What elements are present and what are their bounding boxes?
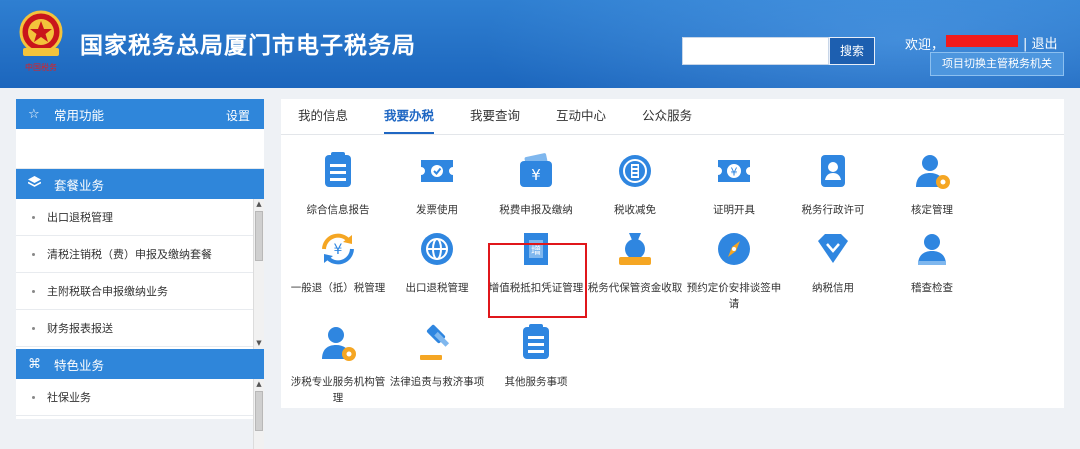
svg-text:¥: ¥ [334,242,343,258]
search-button[interactable]: 搜索 [829,37,875,65]
service-item[interactable]: 综合信息报告 [290,151,386,218]
service-item[interactable]: 税务代保管资金收取 [587,229,683,296]
layers-icon [27,176,42,192]
tax-emblem-logo: 中国税务 [19,10,63,72]
main-panel: 我的信息 我要办税 我要查询 互动中心 公众服务 综合信息报告 发票使用 ¥ 税… [281,99,1064,408]
id-badge-icon [821,155,845,187]
document-icon [325,152,351,187]
common-functions-list [16,129,264,169]
refresh-yuan-icon: ¥ [322,233,354,265]
switch-tax-authority-button[interactable]: 项目切换主管税务机关 [930,52,1064,76]
package-business-title: 套餐业务 [54,177,105,193]
service-item[interactable]: 纳税信用 [785,229,881,296]
highlight-box [488,243,587,318]
service-item[interactable]: ¥ 一般退（抵）税管理 [290,229,386,296]
tab-public-service[interactable]: 公众服务 [642,105,692,134]
service-item[interactable]: 法律追责与救济事项 [389,323,485,390]
service-item[interactable]: 预约定价安排谈签申请 [686,229,782,312]
search-input[interactable] [682,37,829,65]
wallet-yuan-icon: ¥ [520,153,552,187]
service-item[interactable]: 涉税专业服务机构管理 [290,323,386,406]
tab-interaction-center[interactable]: 互动中心 [556,105,606,134]
site-header: 中国税务 国家税务总局厦门市电子税务局 搜索 欢迎， | 退出 项目切换主管税务… [0,0,1080,88]
svg-text:¥: ¥ [731,166,738,179]
user-gear-icon [322,327,356,361]
sidebar: ☆ 常用功能 设置 套餐业务 出口退税管理 清税注销税（费）申报及缴纳套餐 主附… [16,99,264,449]
package-business-list: 出口退税管理 清税注销税（费）申报及缴纳套餐 主附税联合申报缴纳业务 财务报表报… [16,199,264,349]
service-item[interactable]: 核定管理 [884,151,980,218]
tab-my-info[interactable]: 我的信息 [298,105,348,134]
logout-link[interactable]: | 退出 [1023,33,1058,52]
money-bag-icon [619,233,651,265]
tab-bar: 我的信息 我要办税 我要查询 互动中心 公众服务 [281,99,1064,135]
list-item[interactable]: 财务报表报送 [16,310,264,347]
common-functions-header: ☆ 常用功能 设置 [16,99,264,129]
redacted-username [946,35,1018,47]
special-business-title: 特色业务 [54,357,105,373]
settings-link[interactable]: 设置 [226,107,250,124]
star-icon: ☆ [28,106,40,122]
special-business-header[interactable]: ⌘ 特色业务 [16,349,264,379]
service-item[interactable]: 税收减免 [587,151,683,218]
list-item[interactable]: 清税注销税（费）申报及缴纳套餐 [16,236,264,273]
user-icon [918,234,946,265]
site-title: 国家税务总局厦门市电子税务局 [80,33,416,59]
service-item[interactable]: 税务行政许可 [785,151,881,218]
package-scrollbar[interactable]: ▲ ▼ [253,199,264,349]
user-gear-icon [916,155,950,189]
service-item[interactable]: 发票使用 [389,151,485,218]
compass-icon [718,233,750,265]
tab-tax-handling[interactable]: 我要办税 [384,105,435,134]
document-icon [523,324,549,359]
command-icon: ⌘ [28,356,41,372]
special-scrollbar[interactable]: ▲ [253,379,264,449]
gavel-icon [420,324,450,360]
common-functions-title: 常用功能 [54,107,105,123]
coin-icon [619,155,651,187]
ticket-check-icon [421,160,453,182]
ticket-yuan-icon: ¥ [718,160,750,182]
special-business-list: 社保业务 ▲ [16,379,264,449]
scroll-up-icon[interactable]: ▲ [254,379,264,390]
list-item[interactable]: 主附税联合申报缴纳业务 [16,273,264,310]
service-item[interactable]: 出口退税管理 [389,229,485,296]
package-business-header[interactable]: 套餐业务 [16,169,264,199]
globe-icon [421,233,453,265]
list-item[interactable]: 出口退税管理 [16,199,264,236]
service-item[interactable]: ¥ 证明开具 [686,151,782,218]
welcome-text: 欢迎， [905,38,945,53]
scroll-thumb[interactable] [255,391,263,431]
scroll-down-icon[interactable]: ▼ [254,338,264,349]
scroll-up-icon[interactable]: ▲ [254,199,264,210]
scroll-thumb[interactable] [255,211,263,261]
svg-text:¥: ¥ [531,166,541,184]
tab-query[interactable]: 我要查询 [470,105,520,134]
list-item[interactable]: 社保业务 [16,379,264,416]
diamond-icon [818,234,848,263]
service-item[interactable]: ¥ 税费申报及缴纳 [488,151,584,218]
service-item[interactable]: 其他服务事项 [488,323,584,390]
svg-text:中国税务: 中国税务 [25,62,57,72]
service-item[interactable]: 稽查检查 [884,229,980,296]
